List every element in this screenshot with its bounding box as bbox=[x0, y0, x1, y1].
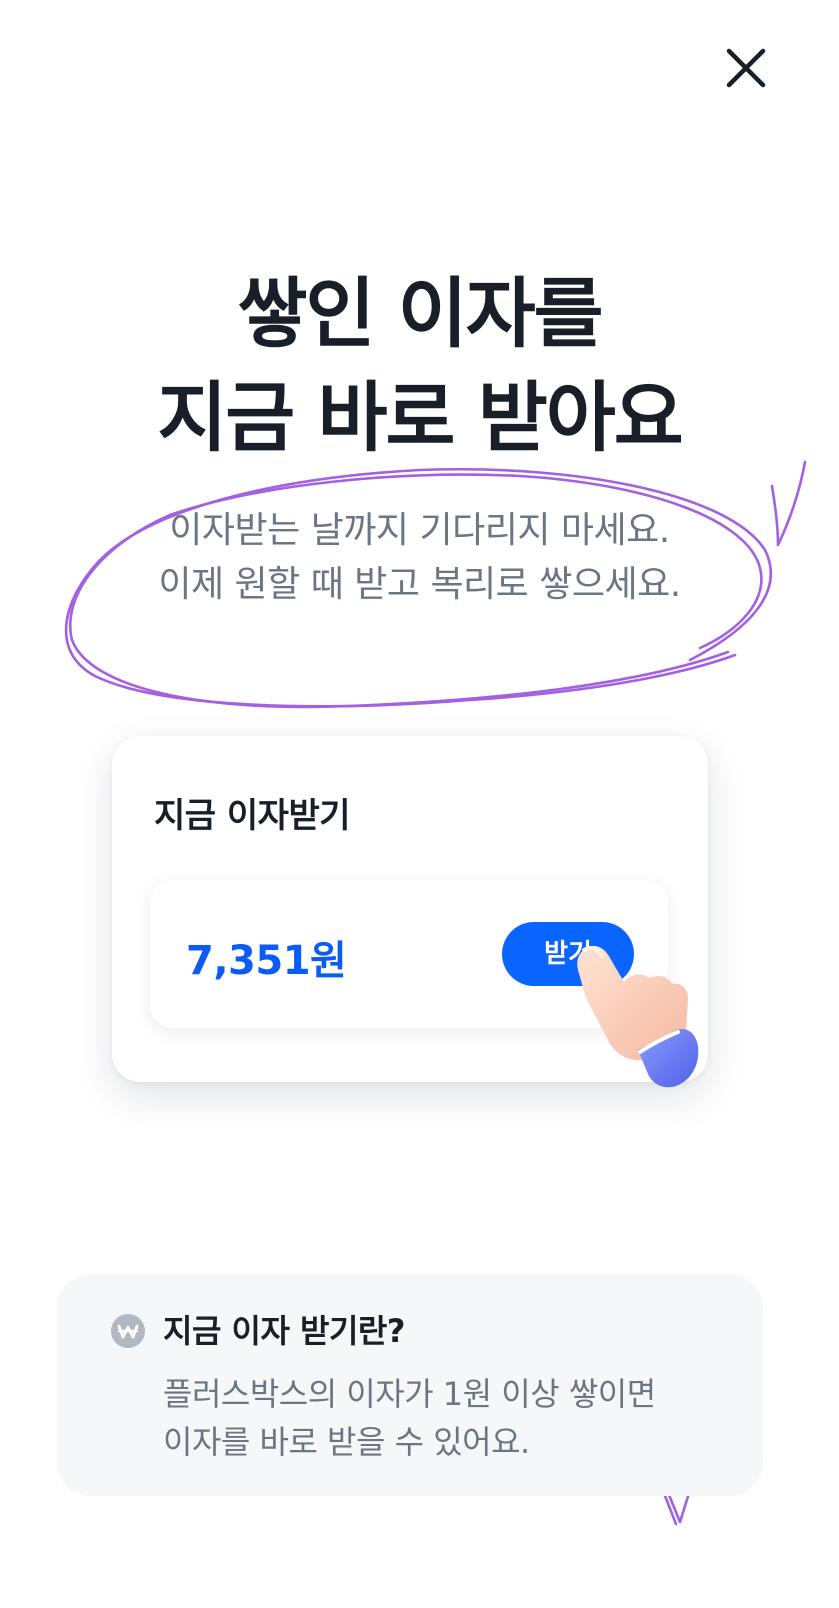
interest-amount: 7,351원 bbox=[186, 938, 347, 984]
info-description-line-2: 이자를 바로 받을 수 있어요. bbox=[163, 1423, 530, 1461]
card-title: 지금 이자받기 bbox=[154, 796, 351, 836]
info-box: 지금 이자 받기란? 플러스박스의 이자가 1원 이상 쌓이면 이자를 바로 받… bbox=[57, 1274, 763, 1496]
page-title-line-2: 지금 바로 받아요 bbox=[157, 373, 683, 462]
close-icon bbox=[726, 48, 766, 88]
pointing-hand-icon bbox=[577, 945, 699, 1088]
page-subtitle-line-1: 이자받는 날까지 기다리지 마세요. bbox=[169, 510, 670, 551]
won-icon bbox=[111, 1314, 145, 1348]
page-subtitle: 이자받는 날까지 기다리지 마세요. 이제 원할 때 받고 복리로 쌓으세요. bbox=[0, 504, 839, 612]
page-title-line-1: 쌓인 이자를 bbox=[237, 269, 603, 358]
info-description: 플러스박스의 이자가 1원 이상 쌓이면 이자를 바로 받을 수 있어요. bbox=[163, 1370, 656, 1466]
page-title: 쌓인 이자를 지금 바로 받아요 bbox=[0, 262, 839, 470]
info-title: 지금 이자 받기란? bbox=[163, 1312, 405, 1350]
close-button[interactable] bbox=[718, 40, 774, 96]
info-description-line-1: 플러스박스의 이자가 1원 이상 쌓이면 bbox=[163, 1375, 656, 1413]
page-subtitle-line-2: 이제 원할 때 받고 복리로 쌓으세요. bbox=[158, 564, 681, 605]
